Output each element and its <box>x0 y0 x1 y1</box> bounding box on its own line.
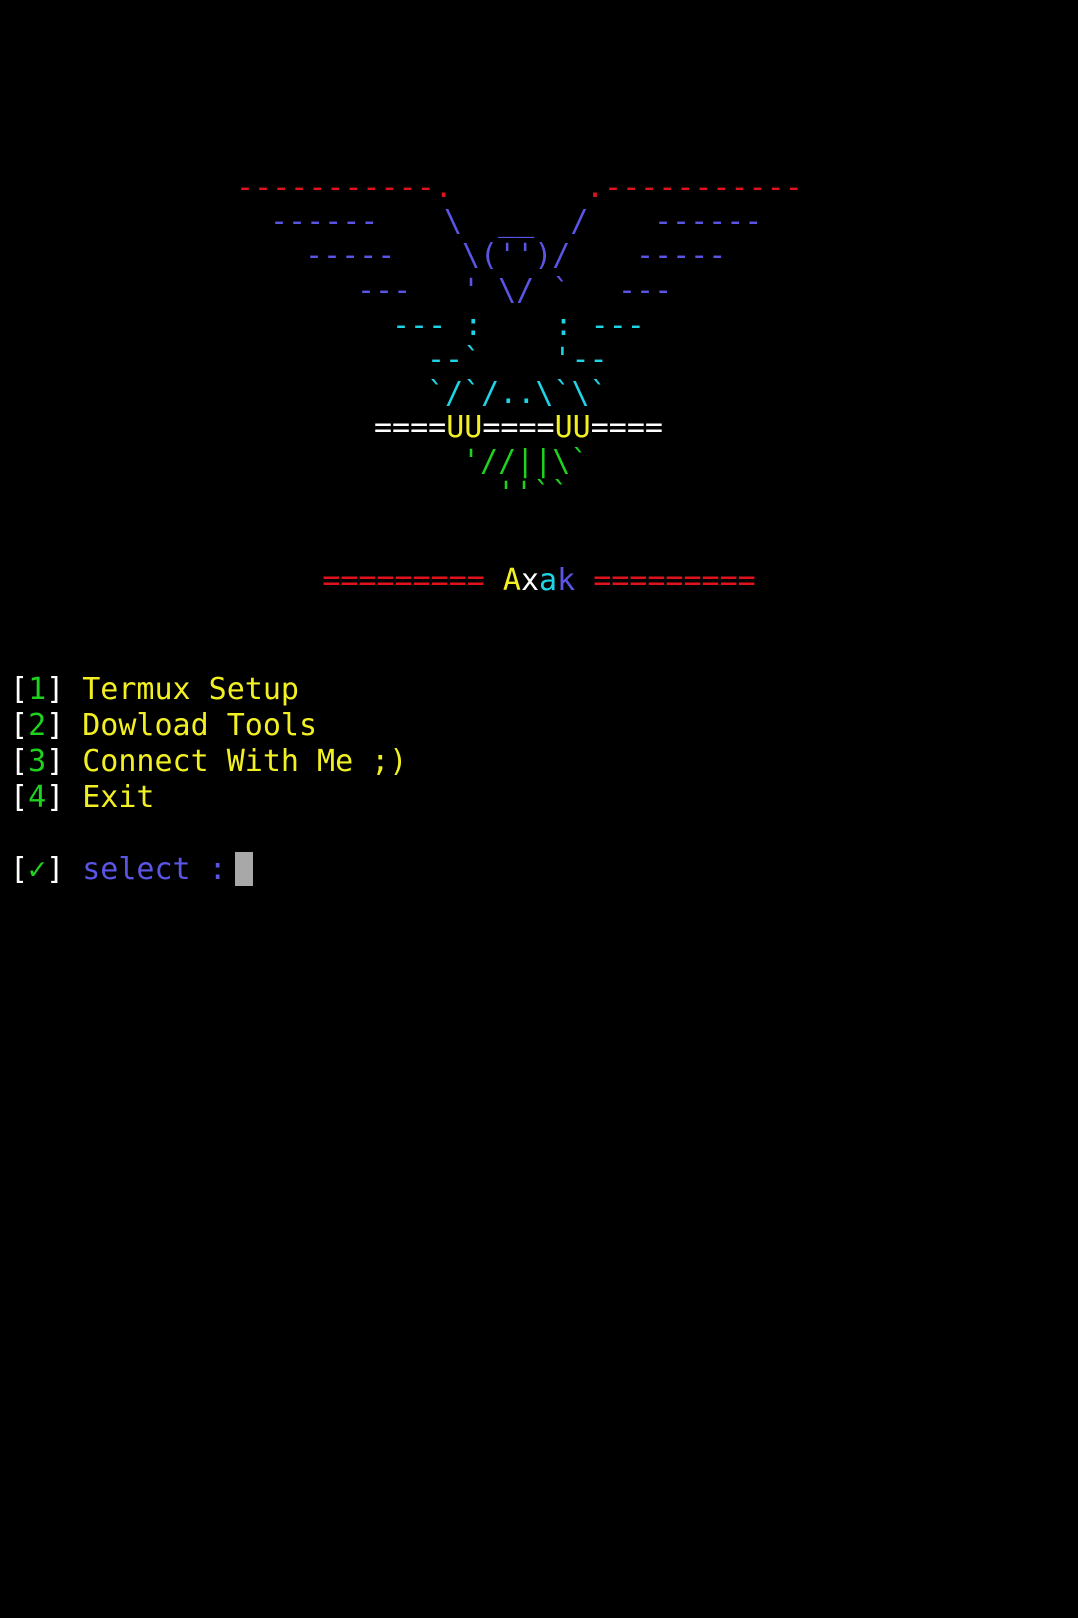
art-line-10: ''`` <box>497 476 570 511</box>
menu-item-termux-setup: [1] Termux Setup <box>10 672 299 707</box>
art-line-4-right: --- <box>618 273 673 308</box>
art-line-6: --` '-- <box>427 342 608 377</box>
banner-letter-k: k <box>557 563 576 598</box>
art-line-8-b: UU <box>446 410 483 445</box>
art-line-7: `/`/..\`\` <box>427 376 608 411</box>
menu-item-number: 3 <box>28 744 47 779</box>
text-cursor[interactable] <box>234 852 253 886</box>
art-line-8: ====UU====UU==== <box>374 410 663 446</box>
art-line-3-left: ----- <box>305 238 396 273</box>
menu-item-connect: [3] Connect With Me ;) <box>10 744 408 779</box>
art-line-1: -----------. <box>236 170 453 205</box>
menu-item-label: Termux Setup <box>82 672 299 707</box>
select-prompt[interactable]: [✓] select : <box>10 852 253 888</box>
checkmark-icon: ✓ <box>28 852 47 887</box>
banner-letter-a: A <box>502 563 521 598</box>
menu-item-number: 4 <box>28 780 47 815</box>
art-line-3-right: ----- <box>636 238 727 273</box>
menu-item-exit: [4] Exit <box>10 780 155 815</box>
main-menu: [1] Termux Setup [2] Dowload Tools [3] C… <box>10 672 407 816</box>
art-line-1-right: .----------- <box>586 170 803 205</box>
art-line-2-right: ------ <box>654 204 763 239</box>
art-line-2-mid: \ __ / <box>444 204 589 239</box>
menu-item-number: 1 <box>28 672 47 707</box>
art-line-2-left: ------ <box>270 204 379 239</box>
banner-right-rule: ========= <box>593 563 756 598</box>
menu-item-download-tools: [2] Dowload Tools <box>10 708 318 743</box>
art-line-5: --- : : --- <box>392 308 645 343</box>
menu-item-label: Exit <box>82 780 155 815</box>
prompt-label: select : <box>82 852 227 887</box>
banner-left-rule: ========= <box>322 563 485 598</box>
menu-item-number: 2 <box>28 708 47 743</box>
menu-item-label: Dowload Tools <box>82 708 318 743</box>
art-line-8-e: ==== <box>590 410 663 445</box>
art-line-8-d: UU <box>554 410 591 445</box>
menu-item-label: Connect With Me ;) <box>82 744 408 779</box>
art-line-8-a: ==== <box>374 410 447 445</box>
art-line-3-mid: \('')/ <box>462 238 571 273</box>
art-line-9: '//||\` <box>462 444 589 479</box>
app-title-banner: ========= Axak ========= <box>0 563 1078 599</box>
banner-letter-a2: a <box>539 563 558 598</box>
art-line-8-c: ==== <box>482 410 555 445</box>
art-line-4-left: --- <box>357 273 412 308</box>
art-line-4-mid: ' \/ ` <box>462 273 571 308</box>
banner-letter-x: x <box>520 563 539 598</box>
terminal-screen[interactable]: -----------. .----------- ------ \ __ / … <box>0 0 1078 1618</box>
